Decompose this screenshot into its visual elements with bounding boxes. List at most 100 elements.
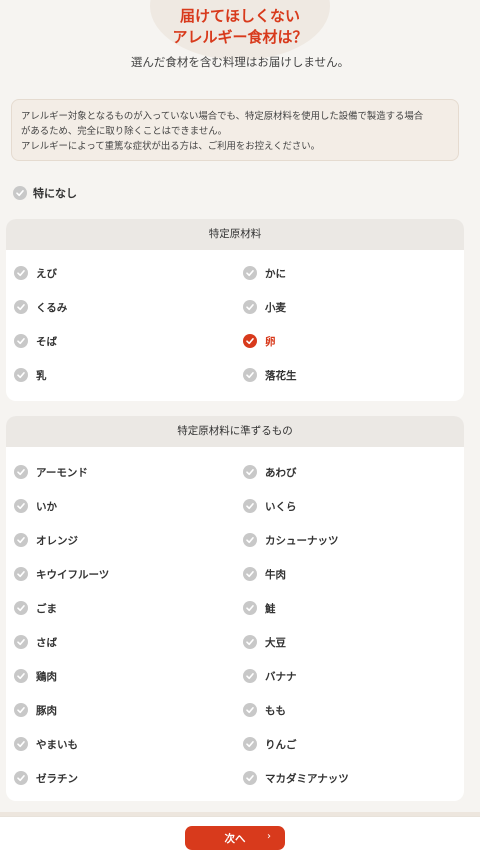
ingredient-label: りんご <box>265 738 297 751</box>
check-icon <box>14 567 28 581</box>
check-icon <box>243 465 257 479</box>
page-subtitle: 選んだ食材を含む料理はお届けしません。 <box>130 55 350 69</box>
ingredient-checkbox[interactable]: いか <box>14 498 57 514</box>
section-title: 特定原材料に準ずるもの <box>6 416 464 447</box>
ingredient-checkbox[interactable]: くるみ <box>14 299 67 315</box>
ingredient-checkbox[interactable]: 鶏肉 <box>14 668 57 684</box>
ingredient-label: 落花生 <box>265 369 297 382</box>
ingredient-checkbox[interactable]: りんご <box>243 736 297 752</box>
ingredient-label: アーモンド <box>36 466 88 479</box>
ingredient-label: ごま <box>36 602 57 615</box>
page-title-line2: アレルギー食材は？ <box>172 28 308 46</box>
next-button-label: 次へ <box>224 832 246 845</box>
ingredient-label: くるみ <box>36 301 68 314</box>
ingredient-label: 乳 <box>36 369 47 382</box>
check-icon <box>243 771 257 785</box>
check-icon <box>243 567 257 581</box>
notice-line-1: アレルギー対象となるものが入っていない場合でも、特定原材料を使用した設備で製造す… <box>21 111 424 122</box>
ingredient-label: 牛肉 <box>265 568 286 581</box>
ingredient-label: 小麦 <box>265 301 286 314</box>
check-icon <box>243 499 257 513</box>
ingredient-label: カシューナッツ <box>265 534 339 547</box>
ingredient-checkbox[interactable]: 鮭 <box>243 600 276 616</box>
ingredient-label: オレンジ <box>36 534 78 547</box>
ingredient-checkbox[interactable]: かに <box>243 265 286 281</box>
ingredient-label: 豚肉 <box>36 704 57 717</box>
check-icon <box>243 300 257 314</box>
check-icon <box>243 601 257 615</box>
notice-line-3: アレルギーによって重篤な症状が出る方は、ご利用をお控えください。 <box>21 141 320 152</box>
check-icon <box>243 334 257 348</box>
check-icon <box>243 266 257 280</box>
ingredient-checkbox[interactable]: ゼラチン <box>14 770 78 786</box>
ingredient-label: 卵 <box>265 335 276 348</box>
ingredient-label: あわび <box>265 466 297 479</box>
notice-line-2: があるため、完全に取り除くことはできません。 <box>21 126 227 137</box>
ingredient-label: いくら <box>265 500 297 513</box>
ingredient-checkbox[interactable]: マカダミアナッツ <box>243 770 349 786</box>
ingredient-checkbox[interactable]: やまいも <box>14 736 78 752</box>
page-title-line1: 届けてほしくない <box>179 7 300 25</box>
ingredient-checkbox[interactable]: そば <box>14 333 57 349</box>
ingredient-label: もも <box>265 704 286 717</box>
ingredient-label: かに <box>265 267 286 280</box>
ingredient-checkbox[interactable]: カシューナッツ <box>243 532 339 548</box>
ingredient-label: マカダミアナッツ <box>265 772 349 785</box>
ingredient-checkbox[interactable]: 牛肉 <box>243 566 286 582</box>
ingredient-label: そば <box>36 335 57 348</box>
ingredient-checkbox[interactable]: いくら <box>243 498 297 514</box>
ingredient-checkbox[interactable]: 卵 <box>243 333 276 349</box>
ingredient-checkbox[interactable]: 乳 <box>14 367 47 383</box>
ingredient-checkbox[interactable]: アーモンド <box>14 464 88 480</box>
check-icon <box>14 266 28 280</box>
section-specific-ingredients: 特定原材料 えび かにくるみ 小麦そば 卵乳 落花生 <box>6 219 464 401</box>
allergy-notice: アレルギー対象となるものが入っていない場合でも、特定原材料を使用した設備で製造す… <box>11 99 459 161</box>
ingredient-checkbox[interactable]: 豚肉 <box>14 702 57 718</box>
ingredient-checkbox[interactable]: 大豆 <box>243 634 286 650</box>
check-icon <box>14 334 28 348</box>
check-icon <box>14 669 28 683</box>
next-button[interactable]: 次へ › <box>185 826 285 850</box>
ingredient-checkbox[interactable]: 落花生 <box>243 367 297 383</box>
ingredient-checkbox[interactable]: あわび <box>243 464 297 480</box>
ingredient-checkbox[interactable]: さば <box>14 634 57 650</box>
ingredient-label: いか <box>36 500 57 513</box>
check-icon <box>14 601 28 615</box>
check-icon <box>14 771 28 785</box>
check-icon <box>243 703 257 717</box>
chevron-right-icon: › <box>267 831 271 842</box>
ingredient-label: さば <box>36 636 57 649</box>
ingredient-checkbox[interactable]: バナナ <box>243 668 297 684</box>
ingredient-label: 鮭 <box>265 602 276 615</box>
ingredient-label: バナナ <box>265 670 297 683</box>
check-icon <box>243 368 257 382</box>
ingredient-label: キウイフルーツ <box>36 568 110 581</box>
check-icon <box>14 703 28 717</box>
check-icon <box>243 669 257 683</box>
ingredient-label: 鶏肉 <box>36 670 57 683</box>
ingredient-label: 大豆 <box>265 636 286 649</box>
ingredient-checkbox[interactable]: もも <box>243 702 286 718</box>
ingredient-label: やまいも <box>36 738 78 751</box>
check-icon <box>14 499 28 513</box>
ingredient-checkbox[interactable]: キウイフルーツ <box>14 566 109 582</box>
none-option-label: 特になし <box>33 187 77 200</box>
check-icon <box>14 465 28 479</box>
check-icon <box>14 368 28 382</box>
check-icon <box>14 635 28 649</box>
ingredient-checkbox[interactable]: ごま <box>14 600 57 616</box>
section-title: 特定原材料 <box>6 219 464 250</box>
check-icon <box>243 635 257 649</box>
check-icon <box>14 533 28 547</box>
ingredient-checkbox[interactable]: オレンジ <box>14 532 78 548</box>
ingredient-checkbox[interactable]: えび <box>14 265 57 281</box>
ingredient-label: えび <box>36 267 57 280</box>
section-quasi-specific-ingredients: 特定原材料に準ずるもの アーモンド あわびいか いくらオレンジ カシューナッツキウイフ… <box>6 416 464 801</box>
check-icon <box>14 737 28 751</box>
ingredient-checkbox[interactable]: 小麦 <box>243 299 286 315</box>
check-icon <box>243 533 257 547</box>
check-icon <box>243 737 257 751</box>
none-option-checkbox[interactable]: 特になし <box>13 185 77 201</box>
check-icon <box>13 186 27 200</box>
ingredient-label: ゼラチン <box>36 772 78 785</box>
